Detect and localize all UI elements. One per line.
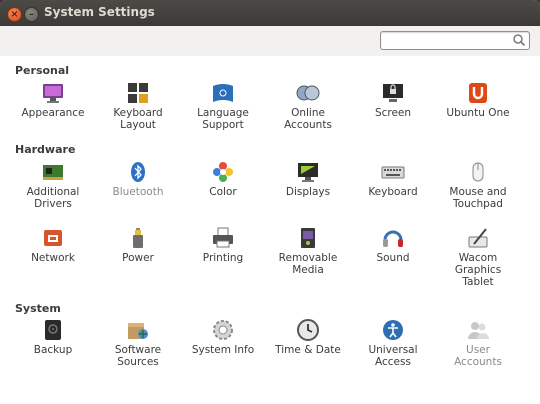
search-input[interactable] [380,31,530,50]
item-appearance[interactable]: Appearance [11,81,95,131]
item-keyboard[interactable]: Keyboard [351,160,435,212]
clock-icon [297,319,319,341]
item-bluetooth[interactable]: Bluetooth [96,160,180,212]
screen-lock-icon [383,84,403,102]
system-settings-window: × – System Settings Personal Hardware Sy… [0,0,540,404]
displays-icon [298,163,318,182]
item-network[interactable]: Network [11,226,95,288]
window-title: System Settings [44,5,155,19]
item-printing[interactable]: Printing [181,226,265,288]
item-removable-media[interactable]: Removable Media [266,226,350,288]
wacom-tablet-icon [468,228,488,248]
item-language-support[interactable]: Language Support [181,81,265,131]
item-time-date[interactable]: Time & Date [266,318,350,370]
section-hardware: Hardware [15,143,76,156]
keyboard-layout-icon [128,83,148,103]
item-backup[interactable]: Backup [11,318,95,370]
section-personal: Personal [15,64,70,77]
toolbar [0,26,540,56]
item-screen[interactable]: Screen [351,81,435,131]
item-system-info[interactable]: System Info [181,318,265,370]
item-displays[interactable]: Displays [266,160,350,212]
item-keyboard-layout[interactable]: Keyboard Layout [96,81,180,131]
mouse-icon [472,162,484,182]
printer-icon [213,227,233,248]
item-additional-drivers[interactable]: Additional Drivers [11,160,95,212]
language-support-icon [213,84,233,102]
color-icon [213,162,233,182]
settings-panel: Personal Hardware System Appearance Keyb… [0,56,540,404]
item-mouse-touchpad[interactable]: Mouse and Touchpad [436,160,520,212]
keyboard-icon [381,166,405,179]
item-power[interactable]: Power [96,226,180,288]
removable-media-icon [301,228,315,248]
item-online-accounts[interactable]: Online Accounts [266,81,350,131]
network-icon [44,230,62,246]
search-icon [513,34,526,47]
item-software-sources[interactable]: Software Sources [96,318,180,370]
section-system: System [15,302,61,315]
power-icon [133,228,143,248]
software-sources-icon [128,323,148,339]
appearance-icon [43,84,63,103]
item-sound[interactable]: Sound [351,226,435,288]
title-bar: × – System Settings [0,0,540,26]
backup-icon [45,320,61,340]
ubuntu-one-icon [469,83,487,103]
item-color[interactable]: Color [181,160,265,212]
bluetooth-icon [131,162,145,182]
user-accounts-icon [468,322,489,339]
close-icon[interactable]: × [7,7,22,22]
universal-access-icon [383,320,403,340]
item-universal-access[interactable]: Universal Access [351,318,435,370]
minimize-icon[interactable]: – [24,7,39,22]
online-accounts-icon [296,85,320,101]
system-info-icon [213,320,233,340]
item-wacom-tablet[interactable]: Wacom Graphics Tablet [436,226,520,288]
item-ubuntu-one[interactable]: Ubuntu One [436,81,520,131]
sound-icon [383,230,403,247]
additional-drivers-icon [43,165,63,180]
item-user-accounts[interactable]: User Accounts [436,318,520,370]
